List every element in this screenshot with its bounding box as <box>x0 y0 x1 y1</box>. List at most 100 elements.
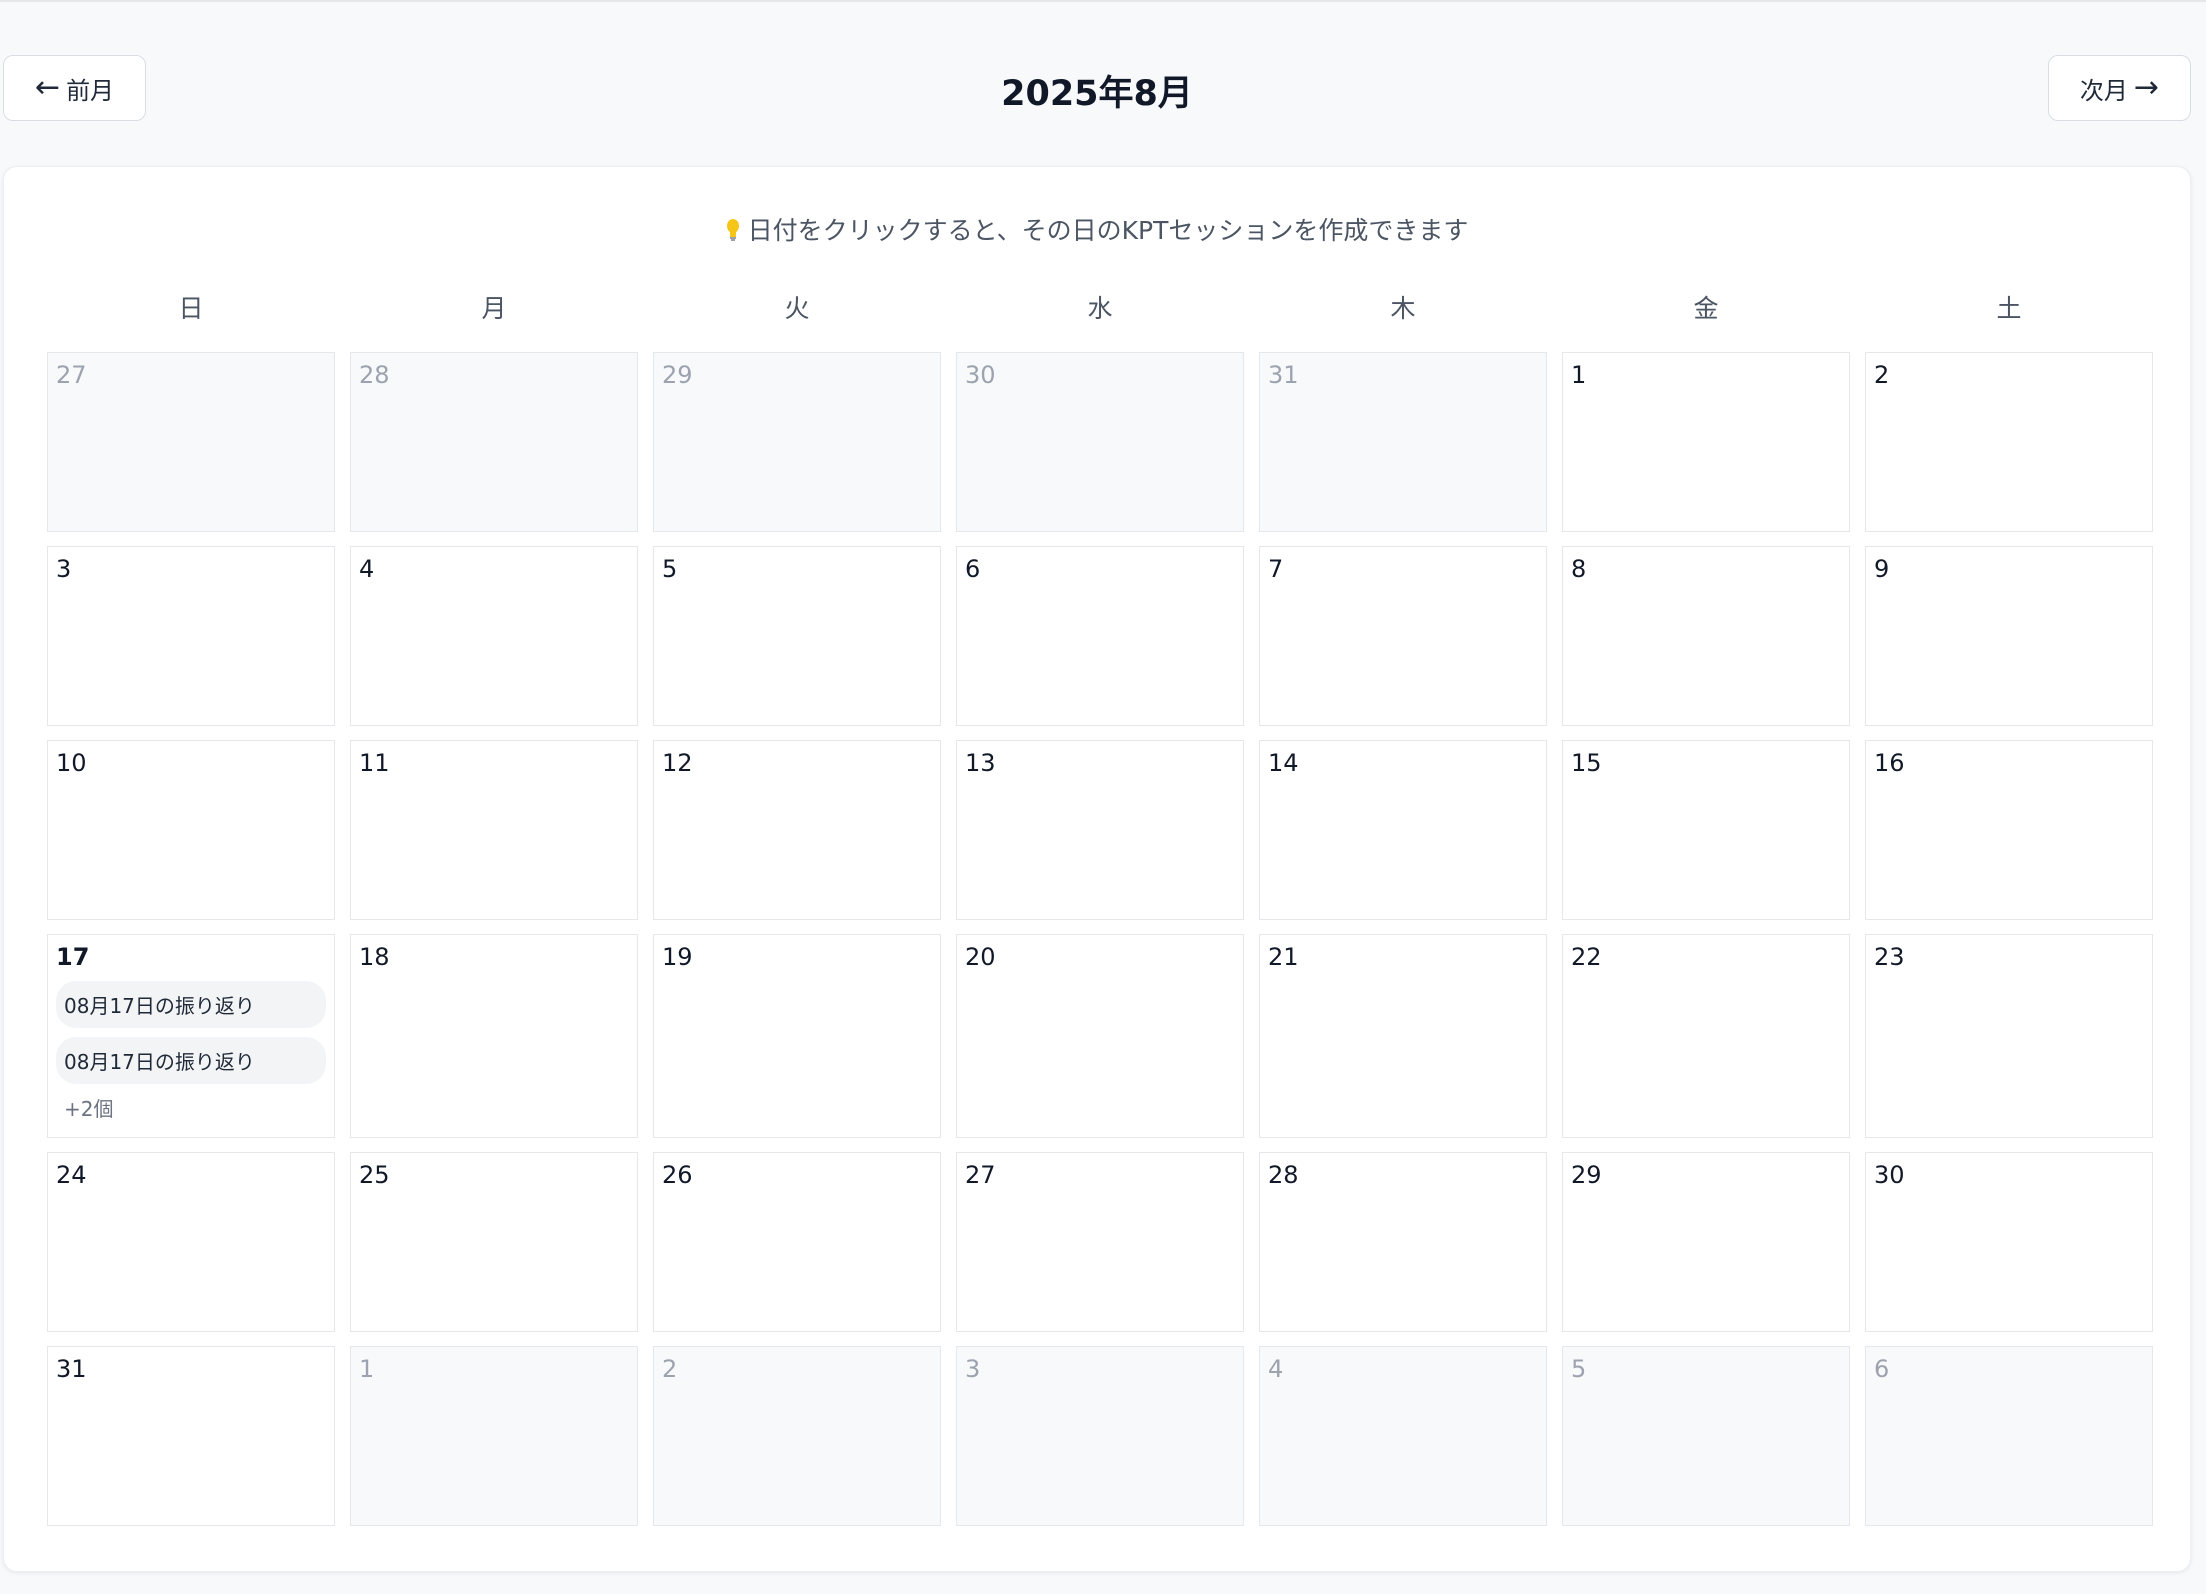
calendar-day-cell[interactable]: 1 <box>1562 352 1850 532</box>
next-month-label: 次月 <box>2079 76 2128 105</box>
weekday-label: 日 <box>178 294 204 323</box>
day-number: 2 <box>1874 361 1890 389</box>
day-number: 5 <box>662 555 678 583</box>
day-number: 15 <box>1571 749 1602 777</box>
calendar-day-cell[interactable]: 23 <box>1865 934 2153 1138</box>
calendar-day-cell[interactable]: 24 <box>47 1152 335 1332</box>
calendar-day-cell-other-month[interactable]: 31 <box>1259 352 1547 532</box>
weekday-label: 水 <box>1087 294 1113 323</box>
day-number: 14 <box>1268 749 1299 777</box>
day-number: 31 <box>56 1355 87 1383</box>
day-number: 5 <box>1571 1355 1587 1383</box>
next-month-button[interactable]: 次月 → <box>2048 55 2191 121</box>
day-number: 30 <box>965 361 996 389</box>
day-number: 27 <box>56 361 87 389</box>
calendar-day-cell[interactable]: 11 <box>350 740 638 920</box>
day-number: 12 <box>662 749 693 777</box>
day-number: 22 <box>1571 943 1602 971</box>
month-title: 2025年8月 <box>1001 74 1193 114</box>
calendar-day-cell[interactable]: 29 <box>1562 1152 1850 1332</box>
day-number: 8 <box>1571 555 1587 583</box>
calendar-day-cell-other-month[interactable]: 1 <box>350 1346 638 1526</box>
calendar-day-cell[interactable]: 14 <box>1259 740 1547 920</box>
top-border <box>0 0 2206 2</box>
calendar-day-cell[interactable]: 3 <box>47 546 335 726</box>
calendar-day-cell[interactable]: 21 <box>1259 934 1547 1138</box>
calendar-day-cell[interactable]: 6 <box>956 546 1244 726</box>
calendar-day-cell-other-month[interactable]: 28 <box>350 352 638 532</box>
calendar-day-cell[interactable]: 5 <box>653 546 941 726</box>
calendar-day-cell[interactable]: 16 <box>1865 740 2153 920</box>
calendar-day-cell[interactable]: 7 <box>1259 546 1547 726</box>
weekday-label: 金 <box>1693 294 1719 323</box>
day-number: 6 <box>1874 1355 1890 1383</box>
day-number: 20 <box>965 943 996 971</box>
weekday-label: 火 <box>784 294 810 323</box>
calendar-day-cell[interactable]: 25 <box>350 1152 638 1332</box>
calendar-day-cell[interactable]: 19 <box>653 934 941 1138</box>
day-number: 3 <box>965 1355 981 1383</box>
calendar-day-cell-other-month[interactable]: 27 <box>47 352 335 532</box>
calendar-day-cell[interactable]: 15 <box>1562 740 1850 920</box>
day-number: 2 <box>662 1355 678 1383</box>
day-number: 31 <box>1268 361 1299 389</box>
calendar-day-cell[interactable]: 18 <box>350 934 638 1138</box>
calendar-day-cell[interactable]: 20 <box>956 934 1244 1138</box>
session-chip[interactable]: 08月17日の振り返り <box>56 1037 326 1084</box>
day-number: 24 <box>56 1161 87 1189</box>
day-number: 29 <box>1571 1161 1602 1189</box>
calendar-day-cell[interactable]: 28 <box>1259 1152 1547 1332</box>
weekday-label: 月 <box>481 294 507 323</box>
day-number: 27 <box>965 1161 996 1189</box>
day-number: 28 <box>359 361 390 389</box>
day-number: 30 <box>1874 1161 1905 1189</box>
calendar-day-cell[interactable]: 12 <box>653 740 941 920</box>
calendar-day-cell[interactable]: 9 <box>1865 546 2153 726</box>
day-number: 11 <box>359 749 390 777</box>
calendar-day-cell[interactable]: 27 <box>956 1152 1244 1332</box>
calendar-day-cell[interactable]: 13 <box>956 740 1244 920</box>
day-number: 13 <box>965 749 996 777</box>
calendar-day-cell[interactable]: 10 <box>47 740 335 920</box>
day-number: 19 <box>662 943 693 971</box>
day-number: 7 <box>1268 555 1284 583</box>
day-number: 18 <box>359 943 390 971</box>
day-number: 23 <box>1874 943 1905 971</box>
day-number: 4 <box>1268 1355 1284 1383</box>
calendar-day-cell[interactable]: 22 <box>1562 934 1850 1138</box>
calendar-card: 日付をクリックすると、その日のKPTセッションを作成できます 日 月 火 水 木 金 土 2… <box>3 166 2191 1572</box>
calendar-day-cell-other-month[interactable]: 29 <box>653 352 941 532</box>
calendar-header: ← 前月 2025年8月 次月 → <box>3 55 2191 123</box>
calendar-day-cell[interactable]: 26 <box>653 1152 941 1332</box>
weekday-header-row: 日月火水木金土 <box>47 289 2152 329</box>
day-number: 6 <box>965 555 981 583</box>
arrow-right-icon: → <box>2133 70 2160 105</box>
calendar-grid: 27 28 29 30 31 1 2 3 4 5 6 7 8 9 10 11 12 13 14 15 16 17 08月17… <box>47 352 2153 1526</box>
calendar-day-cell-other-month[interactable]: 3 <box>956 1346 1244 1526</box>
calendar-day-cell-other-month[interactable]: 5 <box>1562 1346 1850 1526</box>
day-number: 16 <box>1874 749 1905 777</box>
day-number: 21 <box>1268 943 1299 971</box>
calendar-day-cell-other-month[interactable]: 30 <box>956 352 1244 532</box>
calendar-day-cell[interactable]: 30 <box>1865 1152 2153 1332</box>
hint-text: 日付をクリックすると、その日のKPTセッションを作成できます <box>747 216 1469 245</box>
day-number: 10 <box>56 749 87 777</box>
lightbulb-icon <box>726 219 739 241</box>
day-number: 1 <box>1571 361 1587 389</box>
calendar-day-cell[interactable]: 17 08月17日の振り返り 08月17日の振り返り +2個 <box>47 934 335 1138</box>
day-number: 9 <box>1874 555 1890 583</box>
calendar-day-cell-other-month[interactable]: 2 <box>653 1346 941 1526</box>
day-number: 1 <box>359 1355 375 1383</box>
day-number: 3 <box>56 555 72 583</box>
session-chip[interactable]: 08月17日の振り返り <box>56 981 326 1028</box>
day-number: 17 <box>56 943 90 971</box>
hint-message: 日付をクリックすると、その日のKPTセッションを作成できます <box>4 211 2190 247</box>
day-number: 29 <box>662 361 693 389</box>
calendar-day-cell-other-month[interactable]: 6 <box>1865 1346 2153 1526</box>
more-sessions-link[interactable]: +2個 <box>56 1093 326 1122</box>
calendar-day-cell-other-month[interactable]: 4 <box>1259 1346 1547 1526</box>
calendar-day-cell[interactable]: 2 <box>1865 352 2153 532</box>
calendar-day-cell[interactable]: 31 <box>47 1346 335 1526</box>
calendar-day-cell[interactable]: 4 <box>350 546 638 726</box>
calendar-day-cell[interactable]: 8 <box>1562 546 1850 726</box>
